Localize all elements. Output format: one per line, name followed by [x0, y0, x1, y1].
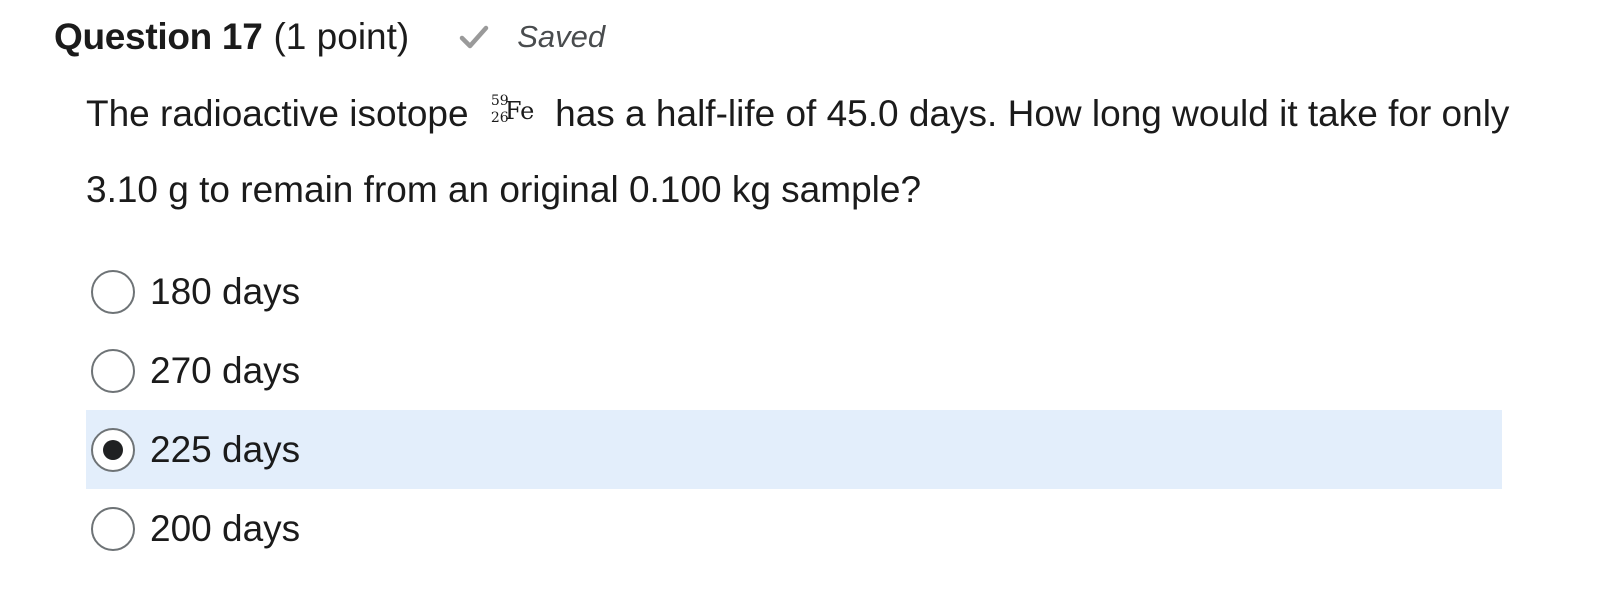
save-status: Saved — [459, 19, 605, 55]
radio-button[interactable] — [91, 348, 135, 393]
answer-option-label[interactable]: 270 days — [150, 350, 300, 392]
question-prompt: The radioactive isotope 59 26 Fe has a hal… — [86, 76, 1546, 228]
question-text-part-1: The radioactive isotope — [86, 93, 479, 134]
radio-button[interactable] — [91, 269, 135, 314]
question-points: (1 point) — [273, 16, 410, 57]
answer-option-label[interactable]: 180 days — [150, 271, 300, 313]
quiz-question-page: Question 17 (1 point) Saved The radioact… — [0, 0, 1601, 604]
answer-option-label[interactable]: 225 days — [150, 429, 300, 471]
saved-label: Saved — [517, 19, 606, 54]
question-title: Question 17 — [54, 16, 263, 57]
answer-option-label[interactable]: 200 days — [150, 508, 300, 550]
radio-selected-dot — [103, 439, 123, 460]
answer-option-2[interactable]: 270 days — [86, 331, 1502, 410]
isotope-notation: 59 26 Fe — [479, 94, 545, 134]
radio-button[interactable] — [91, 506, 135, 551]
isotope-symbol: Fe — [504, 97, 535, 125]
checkmark-icon — [459, 25, 489, 49]
answer-option-3[interactable]: 225 days — [86, 410, 1502, 489]
answer-option-1[interactable]: 180 days — [86, 252, 1502, 331]
answer-options: 180 days 270 days 225 days 200 days — [86, 252, 1502, 568]
question-header: Question 17 (1 point) Saved — [54, 12, 605, 62]
answer-option-4[interactable]: 200 days — [86, 489, 1502, 568]
radio-button-selected[interactable] — [91, 427, 135, 472]
